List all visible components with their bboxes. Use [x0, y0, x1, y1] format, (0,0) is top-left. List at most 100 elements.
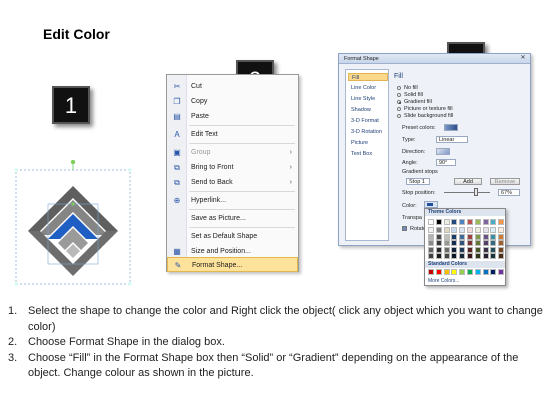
color-swatch[interactable]	[498, 219, 505, 225]
radio-picture-fill[interactable]	[397, 107, 401, 111]
color-swatch[interactable]	[451, 240, 458, 246]
menu-item-group[interactable]: ▣ Group ›	[167, 145, 298, 160]
stop-position-input[interactable]: 67%	[498, 189, 520, 196]
stop-position-slider[interactable]	[444, 192, 490, 193]
color-swatch[interactable]	[482, 246, 489, 253]
color-swatch[interactable]	[435, 219, 442, 225]
nav-line-color[interactable]: Line Color	[348, 84, 388, 92]
color-swatch[interactable]	[459, 233, 466, 240]
color-swatch[interactable]	[428, 233, 434, 240]
selected-shape[interactable]	[14, 159, 132, 288]
nav-line-style[interactable]: Line Style	[348, 95, 388, 103]
color-swatch[interactable]	[474, 269, 481, 275]
color-swatch[interactable]	[435, 253, 442, 259]
color-swatch[interactable]	[490, 233, 497, 240]
menu-item-hyperlink[interactable]: ⊕ Hyperlink...	[167, 193, 298, 208]
color-swatch[interactable]	[451, 227, 458, 233]
close-icon[interactable]: ✕	[519, 55, 527, 62]
color-swatch[interactable]	[435, 269, 442, 275]
color-swatch[interactable]	[428, 219, 434, 225]
color-swatch[interactable]	[459, 227, 466, 233]
color-swatch[interactable]	[428, 246, 434, 253]
direction-button[interactable]	[436, 148, 450, 155]
color-swatch[interactable]	[498, 269, 505, 275]
color-swatch[interactable]	[482, 240, 489, 246]
color-swatch[interactable]	[498, 227, 505, 233]
color-swatch[interactable]	[443, 240, 450, 246]
radio-gradient-fill[interactable]	[397, 100, 401, 104]
menu-item-cut[interactable]: ✂ Cut	[167, 79, 298, 94]
color-swatch[interactable]	[428, 269, 434, 275]
nav-text-box[interactable]: Text Box	[348, 150, 388, 158]
nav-fill[interactable]: Fill	[348, 73, 388, 81]
color-swatch[interactable]	[467, 219, 473, 225]
color-swatch[interactable]	[482, 219, 489, 225]
color-swatch[interactable]	[490, 219, 497, 225]
menu-item-format-shape[interactable]: ✎ Format Shape...	[167, 257, 298, 272]
color-swatch[interactable]	[435, 227, 442, 233]
menu-item-bring-to-front[interactable]: ⧉ Bring to Front ›	[167, 160, 298, 175]
color-swatch[interactable]	[474, 246, 481, 253]
color-swatch[interactable]	[459, 240, 466, 246]
angle-input[interactable]: 90°	[436, 159, 456, 166]
radio-slide-background-fill[interactable]	[397, 114, 401, 118]
preset-colors-button[interactable]	[444, 124, 458, 131]
chevron-stack-graphic[interactable]	[14, 159, 132, 288]
color-swatch[interactable]	[443, 253, 450, 259]
radio-solid-fill[interactable]	[397, 93, 401, 97]
color-swatch[interactable]	[467, 227, 473, 233]
color-swatch[interactable]	[451, 253, 458, 259]
color-swatch[interactable]	[467, 253, 473, 259]
nav-picture[interactable]: Picture	[348, 139, 388, 147]
add-stop-button[interactable]: Add	[454, 178, 482, 185]
rotate-checkbox[interactable]	[402, 226, 407, 231]
color-swatch[interactable]	[467, 269, 473, 275]
color-swatch[interactable]	[443, 219, 450, 225]
menu-item-paste[interactable]: ▤ Paste	[167, 109, 298, 124]
color-swatch[interactable]	[443, 269, 450, 275]
color-swatch[interactable]	[459, 246, 466, 253]
color-swatch[interactable]	[435, 233, 442, 240]
menu-item-copy[interactable]: ❐ Copy	[167, 94, 298, 109]
color-swatch[interactable]	[451, 246, 458, 253]
color-swatch[interactable]	[490, 227, 497, 233]
stop-select[interactable]: Stop 1	[406, 178, 430, 185]
menu-item-save-as-picture[interactable]: Save as Picture...	[167, 211, 298, 226]
color-swatch[interactable]	[443, 233, 450, 240]
menu-item-set-default-shape[interactable]: Set as Default Shape	[167, 229, 298, 244]
color-swatch[interactable]	[443, 227, 450, 233]
color-swatch[interactable]	[498, 233, 505, 240]
radio-no-fill[interactable]	[397, 86, 401, 90]
color-swatch[interactable]	[474, 240, 481, 246]
color-swatch[interactable]	[451, 219, 458, 225]
remove-stop-button[interactable]: Remove	[490, 178, 520, 185]
nav-shadow[interactable]: Shadow	[348, 106, 388, 114]
color-swatch[interactable]	[490, 253, 497, 259]
slider-handle[interactable]	[474, 188, 478, 196]
color-swatch[interactable]	[467, 240, 473, 246]
color-swatch[interactable]	[428, 227, 434, 233]
color-swatch[interactable]	[459, 269, 466, 275]
color-swatch[interactable]	[490, 246, 497, 253]
color-swatch[interactable]	[474, 219, 481, 225]
color-swatch[interactable]	[498, 240, 505, 246]
color-swatch[interactable]	[451, 269, 458, 275]
color-swatch[interactable]	[451, 233, 458, 240]
color-swatch[interactable]	[474, 233, 481, 240]
color-swatch[interactable]	[474, 227, 481, 233]
color-swatch[interactable]	[490, 240, 497, 246]
color-swatch[interactable]	[498, 246, 505, 253]
color-swatch[interactable]	[482, 253, 489, 259]
type-select[interactable]: Linear	[436, 136, 468, 143]
nav-3d-rotation[interactable]: 3-D Rotation	[348, 128, 388, 136]
color-swatch[interactable]	[482, 269, 489, 275]
color-swatch[interactable]	[490, 269, 497, 275]
color-swatch[interactable]	[482, 227, 489, 233]
color-swatch[interactable]	[467, 233, 473, 240]
color-swatch[interactable]	[459, 253, 466, 259]
menu-item-send-to-back[interactable]: ⧉ Send to Back ›	[167, 175, 298, 190]
nav-3d-format[interactable]: 3-D Format	[348, 117, 388, 125]
color-swatch[interactable]	[435, 246, 442, 253]
color-swatch[interactable]	[443, 246, 450, 253]
color-swatch[interactable]	[428, 253, 434, 259]
